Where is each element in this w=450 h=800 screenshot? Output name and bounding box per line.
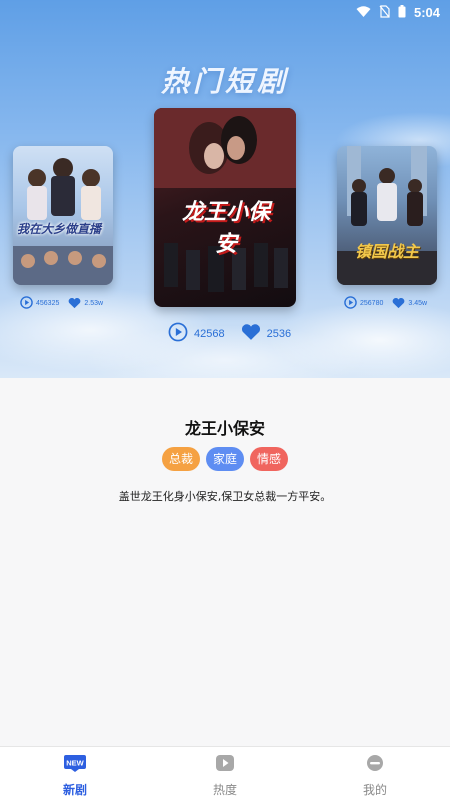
- play-count-icon: [20, 296, 33, 311]
- drama-stats-left: 456325 2.53w: [20, 296, 103, 311]
- poster-title-right: 镇国战主: [354, 242, 419, 261]
- no-sim-icon: [379, 3, 390, 22]
- nav-label: 新剧: [62, 783, 87, 797]
- drama-title: 龙王小保安: [184, 419, 265, 438]
- drama-card-right[interactable]: 镇国战主: [337, 146, 437, 285]
- nav-label: 我的: [362, 783, 387, 797]
- like-count: 3.45w: [408, 300, 428, 307]
- drama-card-center[interactable]: 龙王小保安: [154, 108, 296, 307]
- play-square-icon: [215, 754, 235, 776]
- like-icon: [241, 323, 261, 344]
- genre-tag[interactable]: 总裁: [161, 447, 200, 471]
- nav-item-mine[interactable]: 我的: [300, 747, 450, 800]
- poster-title-left: 我在大乡做直播: [17, 222, 102, 236]
- nav-item-new[interactable]: NEW 新剧: [0, 747, 150, 800]
- like-count: 2.53w: [84, 300, 104, 307]
- nav-item-hot[interactable]: 热度: [150, 747, 300, 800]
- drama-poster-image-left: [13, 158, 113, 285]
- play-count-icon: [168, 322, 188, 345]
- play-count-icon: [344, 296, 357, 311]
- new-icon: NEW: [63, 754, 87, 776]
- drama-stats-center: 42568 2536: [168, 322, 291, 345]
- drama-card-left[interactable]: 我在大乡做直播: [13, 146, 113, 285]
- drama-poster-image-right: [337, 146, 437, 285]
- hero-banner: 5:04 热门短剧 我在大乡做直播 龙王小保安 镇国战主 456325 2.53…: [0, 0, 450, 378]
- hero-title: 热门短剧: [160, 65, 289, 98]
- bottom-nav: NEW 新剧 热度 我的: [0, 746, 450, 800]
- genre-tag[interactable]: 情感: [250, 447, 289, 471]
- play-count: 42568: [194, 327, 225, 340]
- poster-title-center: 龙王小保安: [181, 200, 270, 257]
- genre-tags: 总裁 家庭 情感: [0, 447, 450, 471]
- svg-text:NEW: NEW: [66, 759, 84, 768]
- wifi-icon: [356, 3, 371, 22]
- status-bar: 5:04: [0, 0, 450, 24]
- drama-stats-right: 256780 3.45w: [344, 296, 427, 311]
- play-count: 256780: [360, 300, 384, 307]
- battery-icon: [398, 3, 406, 22]
- profile-icon: [365, 754, 385, 776]
- status-time: 5:04: [413, 5, 440, 20]
- drama-description: 盖世龙王化身小保安,保卫女总裁一方平安。: [118, 490, 332, 503]
- like-icon: [68, 297, 81, 311]
- genre-tag[interactable]: 家庭: [205, 447, 244, 471]
- like-icon: [392, 297, 405, 311]
- like-count: 2536: [266, 327, 292, 340]
- nav-label: 热度: [212, 783, 237, 797]
- play-count: 456325: [36, 300, 60, 307]
